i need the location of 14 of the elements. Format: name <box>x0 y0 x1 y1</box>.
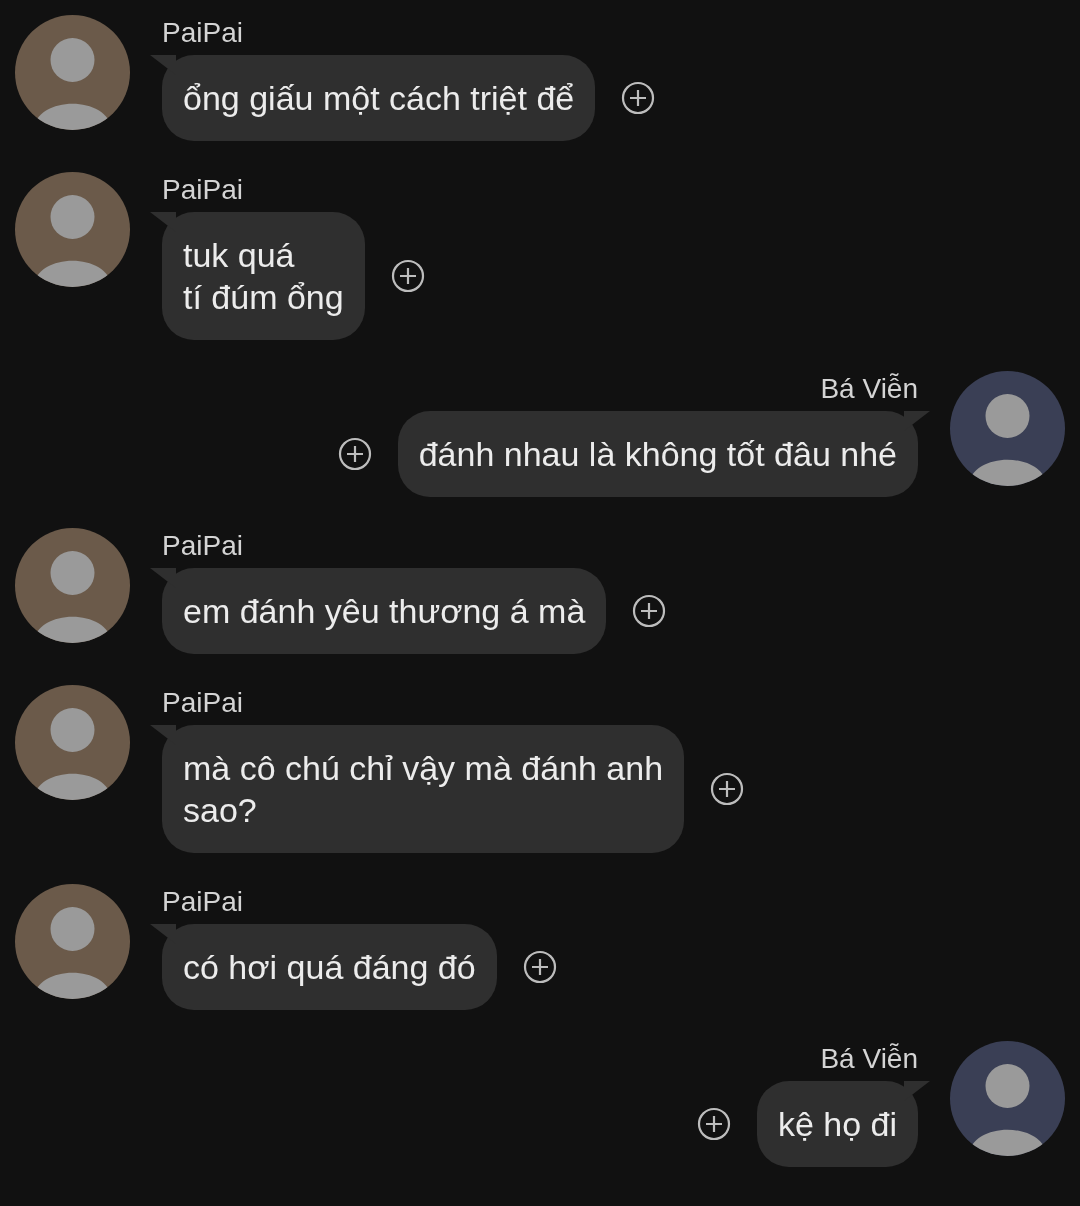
sender-name: PaiPai <box>162 529 244 563</box>
add-reaction-icon[interactable] <box>390 259 425 293</box>
sender-name: PaiPai <box>162 173 244 207</box>
sender-name: PaiPai <box>162 686 244 720</box>
add-reaction-icon[interactable] <box>632 594 667 628</box>
add-reaction-icon[interactable] <box>621 81 656 115</box>
add-reaction-icon[interactable] <box>337 437 372 471</box>
add-reaction-icon[interactable] <box>696 1107 731 1141</box>
sender-name: PaiPai <box>162 885 244 919</box>
add-reaction-icon[interactable] <box>522 950 557 984</box>
sender-name: PaiPai <box>162 16 244 50</box>
sender-name: Bá Viễn <box>820 1042 918 1076</box>
sender-name: Bá Viễn <box>820 372 918 406</box>
add-reaction-icon[interactable] <box>710 772 745 806</box>
